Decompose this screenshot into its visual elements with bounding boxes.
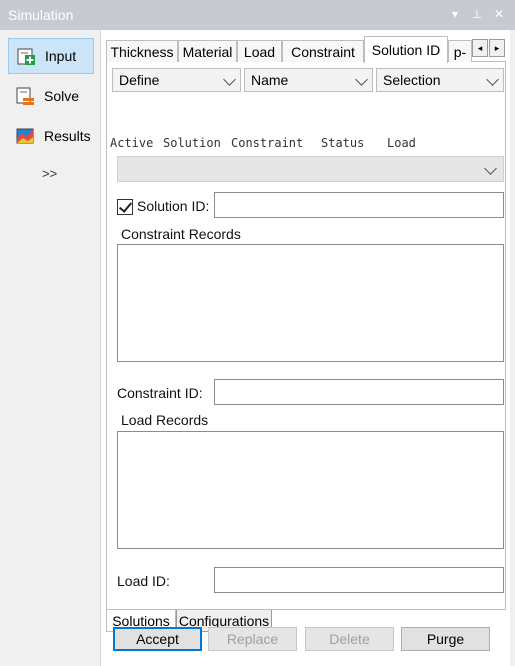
tab-scroll-left-icon[interactable]: ◂	[472, 39, 488, 57]
window-title-bar: Simulation ▾ ⊥ ✕	[0, 0, 515, 30]
solution-id-checkbox[interactable]	[117, 199, 133, 215]
delete-button[interactable]: Delete	[305, 627, 394, 651]
replace-button[interactable]: Replace	[208, 627, 297, 651]
expand-sidebar-button[interactable]: >>	[42, 166, 57, 181]
sidebar-item-label: Input	[45, 48, 77, 64]
window-title: Simulation	[8, 7, 74, 23]
dropdown-arrow-icon[interactable]: ▾	[449, 7, 461, 21]
constraint-records-label: Constraint Records	[121, 226, 241, 242]
load-records-label: Load Records	[121, 412, 209, 428]
column-header-load: Load	[387, 136, 416, 150]
name-dropdown[interactable]: Name	[244, 68, 373, 92]
active-solution-dropdown[interactable]	[117, 156, 504, 182]
solution-id-tab-content: Define Name Selection Active Solution Co…	[106, 62, 506, 610]
constraint-id-label: Constraint ID:	[117, 385, 203, 401]
sidebar-item-results[interactable]: Results	[8, 118, 94, 154]
sidebar-item-solve[interactable]: Solve	[8, 78, 94, 114]
column-header-constraint: Constraint	[231, 136, 304, 150]
purge-button[interactable]: Purge	[401, 627, 490, 651]
chevron-down-icon	[223, 73, 236, 86]
load-id-label: Load ID:	[117, 573, 170, 589]
solution-id-label: Solution ID:	[137, 198, 210, 214]
window-controls: ▾ ⊥ ✕	[449, 7, 505, 21]
sidebar-item-label: Solve	[44, 88, 80, 104]
solution-id-input[interactable]	[214, 192, 504, 218]
column-header-active: Active	[110, 136, 154, 150]
pin-icon[interactable]: ⊥	[471, 7, 483, 21]
solve-icon	[14, 85, 36, 107]
column-header-solution: Solution	[163, 136, 221, 150]
tab-solution-id[interactable]: Solution ID	[364, 36, 448, 63]
tab-load[interactable]: Load	[237, 40, 282, 62]
sidebar-item-input[interactable]: Input	[8, 38, 94, 74]
sidebar-item-label: Results	[44, 128, 91, 144]
close-icon[interactable]: ✕	[493, 7, 505, 21]
sidebar: Input Solve Results >>	[0, 30, 100, 666]
define-dropdown[interactable]: Define	[112, 68, 241, 92]
tab-constraint[interactable]: Constraint	[282, 40, 364, 62]
input-icon	[15, 45, 37, 67]
tab-strip: Thickness Material Load Constraint Solut…	[106, 36, 506, 63]
results-icon	[14, 125, 36, 147]
tab-thickness[interactable]: Thickness	[106, 40, 178, 62]
load-records-list[interactable]	[117, 431, 504, 549]
chevron-down-icon	[484, 162, 497, 175]
chevron-down-icon	[486, 73, 499, 86]
load-id-input[interactable]	[214, 567, 504, 593]
tab-p[interactable]: p-	[448, 40, 472, 62]
accept-button[interactable]: Accept	[113, 627, 202, 651]
main-panel: Thickness Material Load Constraint Solut…	[100, 30, 510, 666]
constraint-records-list[interactable]	[117, 244, 504, 362]
column-header-status: Status	[321, 136, 365, 150]
tab-material[interactable]: Material	[178, 40, 237, 62]
chevron-down-icon	[355, 73, 368, 86]
tab-scroll-right-icon[interactable]: ▸	[489, 39, 505, 57]
selection-dropdown[interactable]: Selection	[376, 68, 504, 92]
constraint-id-input[interactable]	[214, 379, 504, 405]
